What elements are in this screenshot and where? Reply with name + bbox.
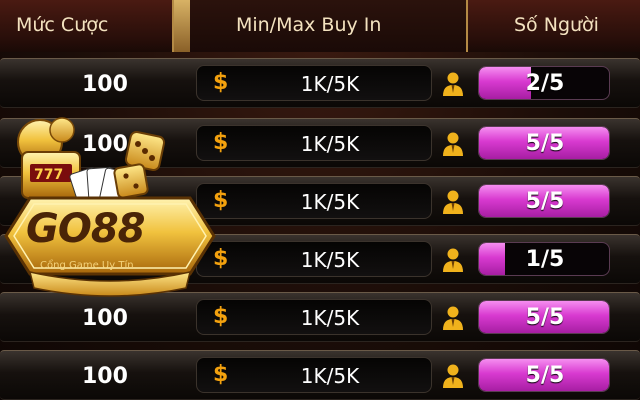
player-count: 2/5: [525, 71, 565, 96]
player-count: 5/5: [525, 363, 565, 388]
player-count: 5/5: [525, 131, 565, 156]
go88-logo-icon: 777 GO88 Cổng Game Uy Tín: [0, 112, 222, 302]
buyin-box: $ 1K/5K: [196, 65, 432, 101]
player-count-bar: 2/5: [478, 66, 610, 100]
buyin-range: 1K/5K: [300, 364, 360, 388]
buyin-box: $ 1K/5K: [196, 299, 432, 335]
buyin-box: $ 1K/5K: [196, 183, 432, 219]
person-icon: [443, 72, 463, 96]
person-icon: [443, 190, 463, 214]
header-bet-label: Mức Cược: [16, 14, 109, 36]
player-count: 5/5: [525, 189, 565, 214]
player-count-bar: 5/5: [478, 184, 610, 218]
buyin-box: $ 1K/5K: [196, 125, 432, 161]
person-icon: [443, 132, 463, 156]
person-icon: [443, 364, 463, 388]
buyin-box: $ 1K/5K: [196, 357, 432, 393]
player-count-bar: 5/5: [478, 358, 610, 392]
player-count: 5/5: [525, 305, 565, 330]
svg-text:777: 777: [34, 167, 63, 183]
bet-amount: 100: [82, 306, 128, 331]
person-icon: [443, 248, 463, 272]
player-count: 1/5: [525, 247, 565, 272]
player-count-bar: 5/5: [478, 300, 610, 334]
header-players-label: Số Người: [514, 14, 599, 36]
buyin-range: 1K/5K: [300, 132, 360, 156]
player-count-bar: 5/5: [478, 126, 610, 160]
logo-tagline: Cổng Game Uy Tín: [40, 260, 134, 271]
table-row[interactable]: 100 $ 1K/5K 2/5: [0, 58, 640, 108]
header-buyin-label: Min/Max Buy In: [236, 14, 382, 36]
bet-amount: 100: [82, 364, 128, 389]
buyin-range: 1K/5K: [300, 190, 360, 214]
player-count-bar: 1/5: [478, 242, 610, 276]
buyin-box: $ 1K/5K: [196, 241, 432, 277]
person-icon: [443, 306, 463, 330]
buyin-range: 1K/5K: [300, 248, 360, 272]
buyin-range: 1K/5K: [300, 72, 360, 96]
table-header: Mức Cược Min/Max Buy In Số Người: [0, 0, 640, 52]
logo-name: GO88: [26, 206, 145, 252]
bet-amount: 100: [82, 72, 128, 97]
buyin-range: 1K/5K: [300, 306, 360, 330]
table-row[interactable]: 100 $ 1K/5K 5/5: [0, 350, 640, 400]
